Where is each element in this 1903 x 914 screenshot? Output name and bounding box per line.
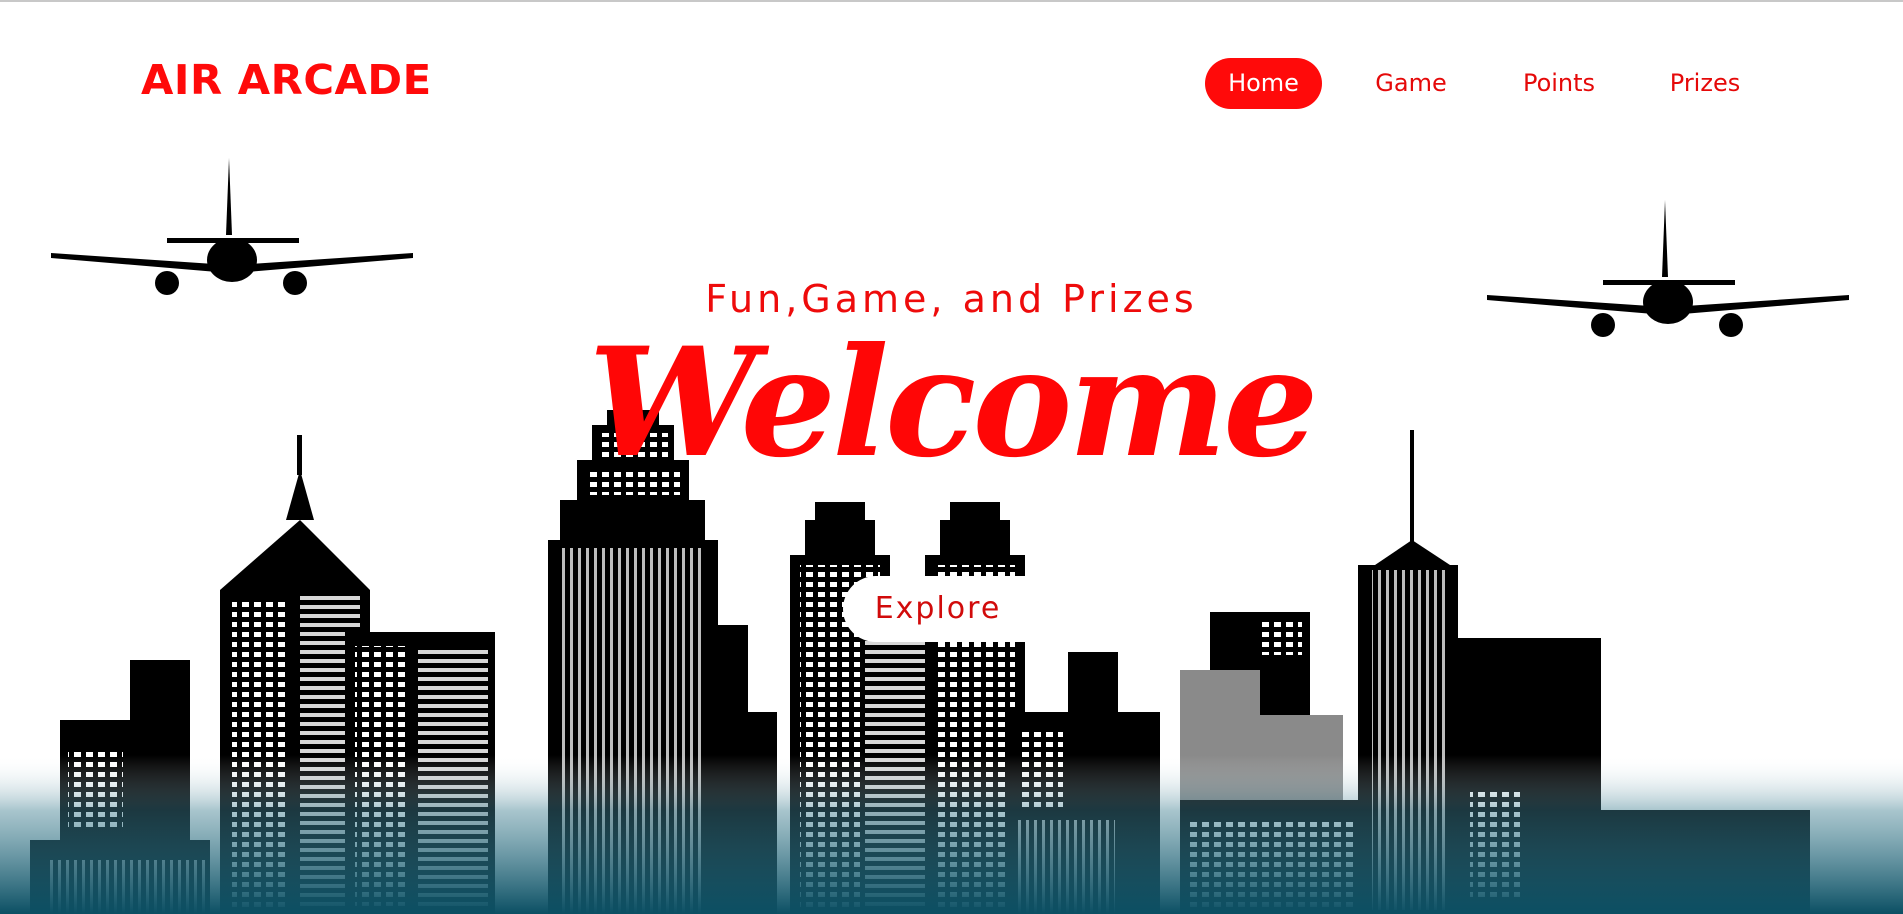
hero-title: Welcome bbox=[588, 315, 1318, 491]
nav-item-points[interactable]: Points bbox=[1505, 58, 1613, 109]
nav-item-game[interactable]: Game bbox=[1363, 58, 1459, 109]
nav-item-home[interactable]: Home bbox=[1205, 58, 1322, 109]
main-nav: Home Game Points Prizes bbox=[0, 58, 1903, 109]
nav-item-prizes[interactable]: Prizes bbox=[1655, 58, 1755, 109]
explore-button[interactable]: Explore bbox=[843, 576, 1033, 642]
